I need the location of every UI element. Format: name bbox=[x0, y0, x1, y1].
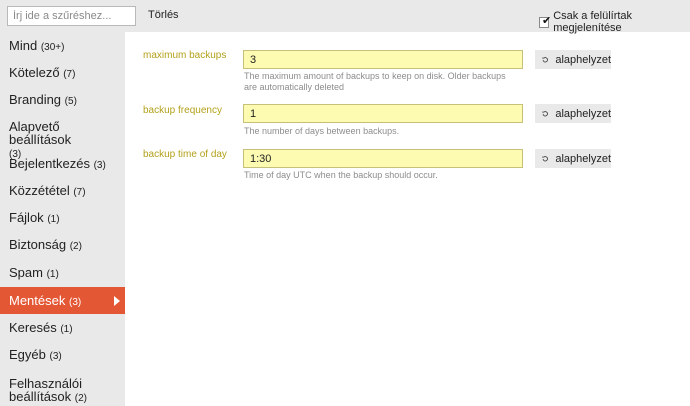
reset-button-label: alaphelyzet bbox=[555, 152, 611, 165]
sidebar-item-label: Közzététel bbox=[9, 183, 70, 198]
reset-button[interactable]: alaphelyzet bbox=[535, 104, 611, 123]
triangle-right-icon bbox=[114, 296, 120, 306]
sidebar-item-count: (3) bbox=[49, 351, 62, 362]
setting-description: The maximum amount of backups to keep on… bbox=[244, 71, 506, 92]
sidebar-item-backups[interactable]: Mentések (3) bbox=[0, 287, 125, 314]
checkmark-icon: ✔ bbox=[542, 14, 552, 27]
sidebar-item-required[interactable]: Kötelező (7) bbox=[0, 66, 125, 81]
sidebar-item-spam[interactable]: Spam (1) bbox=[0, 266, 125, 281]
undo-arrow-icon bbox=[542, 155, 548, 162]
sidebar-item-label: Keresés bbox=[9, 320, 57, 335]
setting-description: Time of day UTC when the backup should o… bbox=[244, 170, 438, 180]
sidebar-item-label: Kötelező bbox=[9, 65, 60, 80]
maximum-backups-input[interactable] bbox=[243, 50, 523, 69]
sidebar-item-count: (2) bbox=[74, 393, 88, 404]
sidebar-item-files[interactable]: Fájlok (1) bbox=[0, 211, 125, 226]
sidebar-item-count: (7) bbox=[63, 69, 76, 80]
sidebar-item-all[interactable]: Mind (30+) bbox=[0, 39, 125, 54]
sidebar-item-count: (7) bbox=[73, 187, 86, 198]
filter-input[interactable] bbox=[7, 6, 136, 26]
sidebar-item-count: (5) bbox=[64, 96, 77, 107]
only-overridden-checkbox[interactable]: ✔ bbox=[539, 14, 552, 28]
sidebar-item-count: (1) bbox=[46, 269, 59, 280]
sidebar-item-label: Spam bbox=[9, 265, 43, 280]
reset-button-label: alaphelyzet bbox=[555, 53, 611, 66]
sidebar-item-label: Biztonság bbox=[9, 237, 67, 252]
sidebar-item-count: (3) bbox=[93, 160, 106, 171]
setting-description: The number of days between backups. bbox=[244, 126, 400, 136]
sidebar-item-label: Bejelentkezés bbox=[9, 156, 90, 171]
clear-filter-link[interactable]: Törlés bbox=[148, 9, 179, 21]
sidebar-item-basic-settings[interactable]: Alapvető beállítások (3) bbox=[0, 120, 125, 161]
sidebar-item-count: (2) bbox=[69, 241, 82, 252]
undo-arrow-icon bbox=[542, 110, 548, 117]
top-toolbar: Törlés ✔ Csak a felülírtak megjelenítése bbox=[0, 0, 690, 34]
sidebar-item-label: Fájlok bbox=[9, 210, 44, 225]
sidebar-item-label: Mentések bbox=[9, 293, 66, 308]
backup-time-of-day-input[interactable] bbox=[243, 149, 523, 168]
sidebar-item-count: (30+) bbox=[40, 42, 65, 53]
sidebar-item-login[interactable]: Bejelentkezés (3) bbox=[0, 157, 125, 172]
sidebar-item-search[interactable]: Keresés (1) bbox=[0, 321, 125, 336]
sidebar-item-label: Felhasználói beállítások bbox=[9, 376, 82, 404]
backup-frequency-input[interactable] bbox=[243, 104, 523, 123]
setting-name-maximum-backups: maximum backups bbox=[143, 50, 227, 61]
sidebar-item-user-preferences[interactable]: Felhasználói beállítások (2) bbox=[0, 377, 105, 405]
sidebar-item-other[interactable]: Egyéb (3) bbox=[0, 348, 125, 363]
sidebar-item-branding[interactable]: Branding (5) bbox=[0, 93, 125, 108]
sidebar-item-count: (1) bbox=[47, 214, 60, 225]
sidebar-item-count: (1) bbox=[60, 324, 73, 335]
sidebar-item-posting[interactable]: Közzététel (7) bbox=[0, 184, 125, 199]
reset-button-label: alaphelyzet bbox=[555, 107, 611, 120]
category-sidebar: Mind (30+) Kötelező (7) Branding (5) Ala… bbox=[0, 32, 125, 406]
reset-button[interactable]: alaphelyzet bbox=[535, 149, 611, 168]
undo-arrow-icon bbox=[542, 56, 548, 63]
only-overridden-label: Csak a felülírtak megjelenítése bbox=[553, 10, 633, 34]
sidebar-item-label: Alapvető beállítások bbox=[9, 119, 72, 147]
sidebar-item-security[interactable]: Biztonság (2) bbox=[0, 238, 125, 253]
reset-button[interactable]: alaphelyzet bbox=[535, 50, 611, 69]
sidebar-item-label: Egyéb bbox=[9, 347, 46, 362]
setting-name-backup-time-of-day: backup time of day bbox=[143, 149, 227, 160]
sidebar-item-label: Mind bbox=[9, 38, 38, 53]
sidebar-item-label: Branding bbox=[9, 92, 62, 107]
only-overridden-toggle[interactable]: ✔ Csak a felülírtak megjelenítése bbox=[539, 10, 690, 34]
sidebar-item-count: (3) bbox=[69, 297, 82, 308]
setting-name-backup-frequency: backup frequency bbox=[143, 105, 222, 116]
